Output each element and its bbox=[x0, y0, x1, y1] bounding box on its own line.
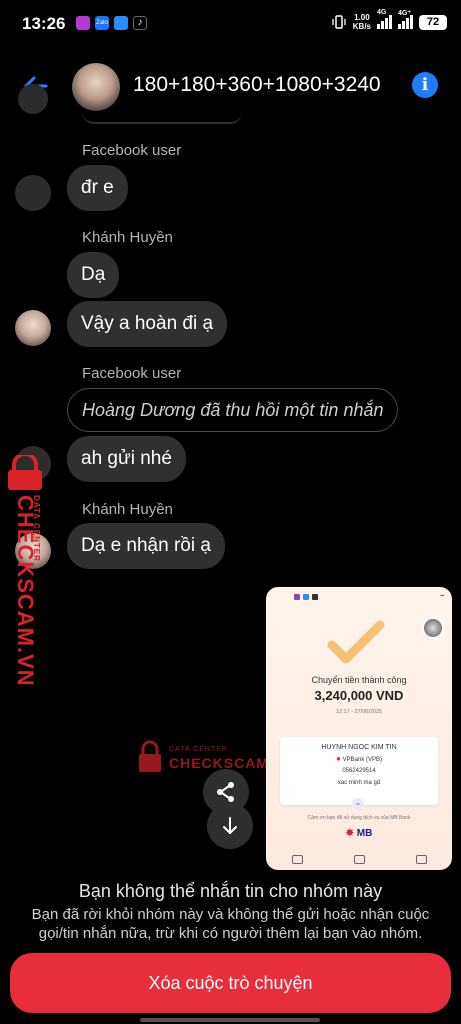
receipt-status-icons bbox=[294, 594, 318, 600]
avatar bbox=[15, 175, 51, 211]
group-avatar[interactable] bbox=[72, 63, 120, 111]
message-bubble[interactable]: đr e bbox=[67, 165, 128, 211]
receipt-action-bar bbox=[266, 849, 452, 869]
save-icon bbox=[415, 854, 427, 864]
status-bar: 13:26 Zalo ♪ 1.00 KB/s 4G 4G⁺ 72 bbox=[0, 0, 461, 50]
zalo-notification-icon: Zalo bbox=[95, 16, 109, 30]
camera-icon bbox=[353, 854, 365, 864]
transfer-receipt-image[interactable]: ▪▪ Chuyển tiền thành công 3,240,000 VND … bbox=[266, 587, 452, 870]
message-bubble[interactable]: Vậy a hoàn đi ạ bbox=[67, 301, 228, 347]
message-bubble[interactable]: ah gửi nhé bbox=[67, 436, 186, 482]
watermark-logo: CHECKSCAM.VN DATA CENTER bbox=[4, 455, 44, 687]
recalled-message-bubble: Hoàng Dương đã thu hồi một tin nhắn bbox=[67, 388, 399, 432]
scroll-down-button[interactable] bbox=[207, 803, 253, 849]
arrow-down-icon bbox=[223, 817, 237, 834]
receipt-footer: Cảm ơn bạn đã sử dụng dịch vụ của MB Ban… bbox=[307, 815, 411, 821]
lock-icon bbox=[139, 740, 161, 772]
network-speed: 1.00 KB/s bbox=[352, 13, 371, 31]
recipient-bank: ✸ VPBank (VPB) bbox=[335, 757, 383, 763]
tiktok-notification-icon: ♪ bbox=[133, 16, 147, 30]
status-time: 13:26 bbox=[22, 14, 66, 33]
receipt-datetime: 12:17 - 27/06/2025 bbox=[335, 709, 383, 715]
chevron-down-icon: ⌄ bbox=[352, 798, 364, 810]
signal-icon-1: 4G bbox=[377, 9, 392, 29]
sender-name: Khánh Huyền bbox=[82, 229, 173, 246]
conversation-title[interactable]: 180+180+360+1080+3240 bbox=[133, 73, 381, 97]
battery-icon: 72 bbox=[419, 14, 447, 30]
info-icon[interactable]: i bbox=[412, 72, 438, 98]
notice-title: Bạn không thể nhắn tin cho nhóm này bbox=[78, 881, 383, 901]
previous-message-bubble bbox=[82, 110, 242, 124]
messenger-notification-icon bbox=[114, 16, 128, 30]
recipient-account: 0562429514 bbox=[342, 768, 376, 774]
status-indicators: 1.00 KB/s 4G 4G⁺ 72 bbox=[331, 9, 447, 31]
avatar bbox=[15, 310, 51, 346]
recipient-name: HUYNH NGOC KIM TIN bbox=[321, 744, 397, 751]
mb-bank-logo: ✸ MB bbox=[345, 828, 373, 839]
receipt-amount: 3,240,000 VND bbox=[314, 688, 404, 703]
message-bubble[interactable]: Dạ bbox=[67, 252, 120, 298]
sender-name: Facebook user bbox=[82, 365, 182, 382]
receipt-status: Chuyển tiền thành công bbox=[311, 675, 407, 685]
message-bubble[interactable]: Dạ e nhận rồi ạ bbox=[67, 523, 225, 569]
sender-name: Facebook user bbox=[82, 142, 182, 159]
transfer-note: xac minh ma gd bbox=[337, 780, 381, 786]
signal-icon-2: 4G⁺ bbox=[398, 10, 413, 29]
share-icon bbox=[217, 782, 234, 802]
avatar bbox=[18, 84, 48, 114]
lock-icon bbox=[8, 455, 42, 490]
success-check-icon bbox=[327, 620, 385, 664]
share-icon bbox=[291, 854, 303, 864]
notice-body: Bạn đã rời khỏi nhóm này và không thể gử… bbox=[31, 906, 430, 942]
delete-conversation-button[interactable]: Xóa cuộc trò chuyện bbox=[10, 953, 451, 1013]
watermark-subtitle: DATA CENTER bbox=[32, 495, 41, 562]
vibrate-icon bbox=[332, 15, 346, 29]
recipient-card: HUYNH NGOC KIM TIN ✸ VPBank (VPB) 056242… bbox=[280, 737, 438, 805]
sender-name: Khánh Huyền bbox=[82, 501, 173, 518]
home-indicator[interactable] bbox=[140, 1018, 320, 1022]
app-notification-icon bbox=[76, 16, 90, 30]
receipt-avatar bbox=[422, 617, 444, 639]
vpbank-logo-icon: ✸ bbox=[335, 757, 341, 763]
